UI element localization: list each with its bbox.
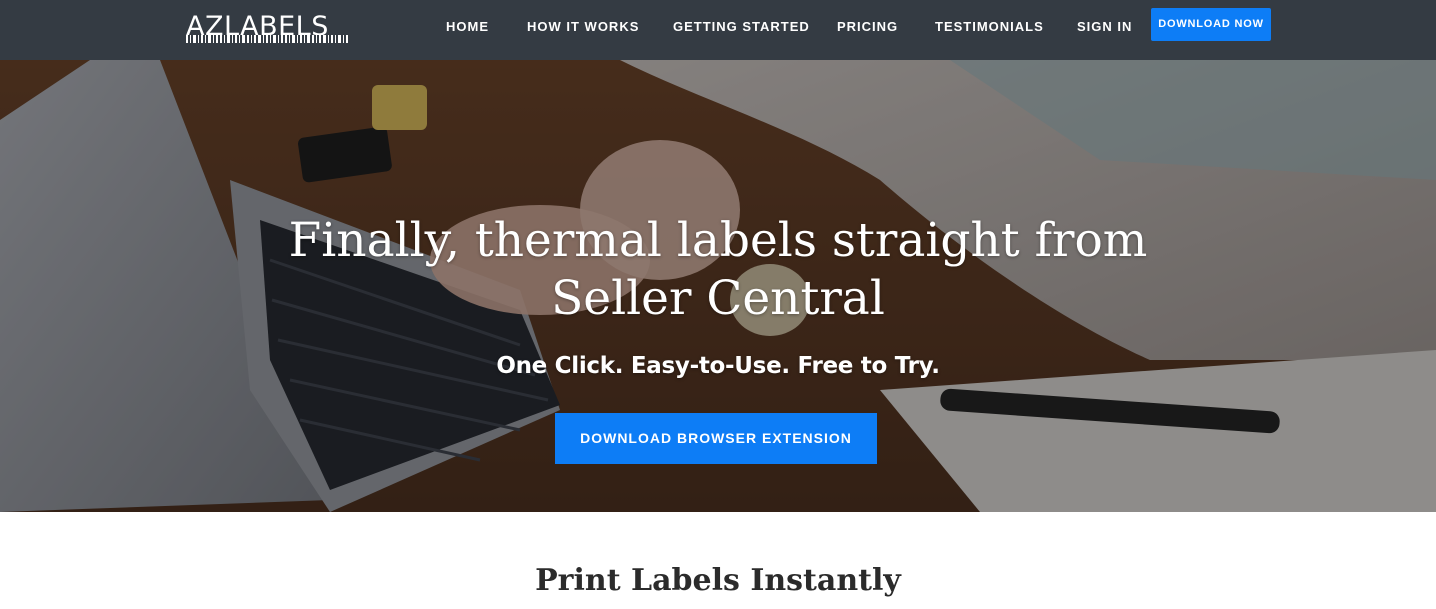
nav-getting-started[interactable]: GETTING STARTED	[673, 19, 810, 34]
brand-logo[interactable]: AZLABELS	[186, 13, 350, 43]
section-title: Print Labels Instantly	[535, 563, 901, 598]
barcode-icon	[186, 35, 348, 43]
hero-title: Finally, thermal labels straight from Se…	[218, 212, 1218, 328]
hero-title-line-1: Finally, thermal labels straight from	[288, 213, 1148, 268]
nav-sign-in[interactable]: SIGN IN	[1077, 19, 1132, 34]
hero-section: Finally, thermal labels straight from Se…	[0, 60, 1436, 512]
nav-testimonials[interactable]: TESTIMONIALS	[935, 19, 1044, 34]
nav-pricing[interactable]: PRICING	[837, 19, 898, 34]
hero-title-line-2: Seller Central	[551, 271, 885, 326]
nav-home[interactable]: HOME	[446, 19, 489, 34]
hero-subtitle: One Click. Easy-to-Use. Free to Try.	[496, 353, 940, 379]
download-now-button[interactable]: DOWNLOAD NOW	[1151, 8, 1271, 41]
top-navbar: AZLABELS HOME HOW IT WORKS GETTING START…	[0, 0, 1436, 60]
download-browser-extension-button[interactable]: DOWNLOAD BROWSER EXTENSION	[555, 413, 877, 464]
nav-how-it-works[interactable]: HOW IT WORKS	[527, 19, 639, 34]
